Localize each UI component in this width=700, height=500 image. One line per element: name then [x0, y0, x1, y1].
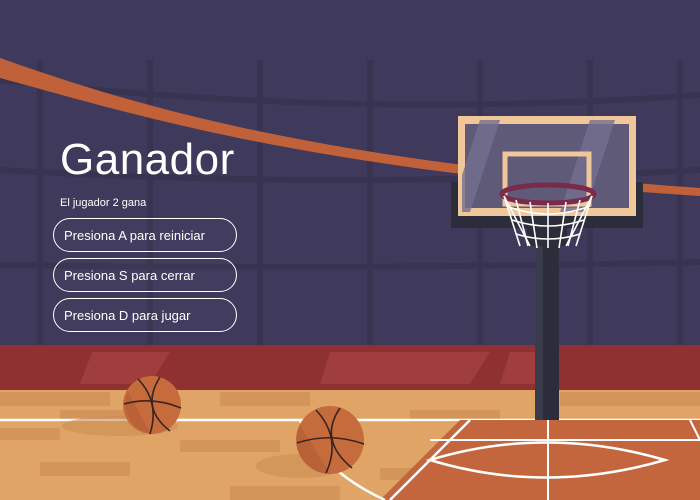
restart-button[interactable]: Presiona A para reiniciar: [53, 218, 237, 252]
winner-screen: Ganador El jugador 2 gana Presiona A par…: [0, 0, 700, 500]
play-button-label: Presiona D para jugar: [64, 307, 191, 323]
close-button[interactable]: Presiona S para cerrar: [53, 258, 237, 292]
play-button[interactable]: Presiona D para jugar: [53, 298, 237, 332]
winner-title: Ganador: [60, 135, 235, 184]
restart-button-label: Presiona A para reiniciar: [64, 227, 205, 243]
winner-subtitle: El jugador 2 gana: [60, 197, 147, 209]
close-button-label: Presiona S para cerrar: [64, 267, 195, 283]
